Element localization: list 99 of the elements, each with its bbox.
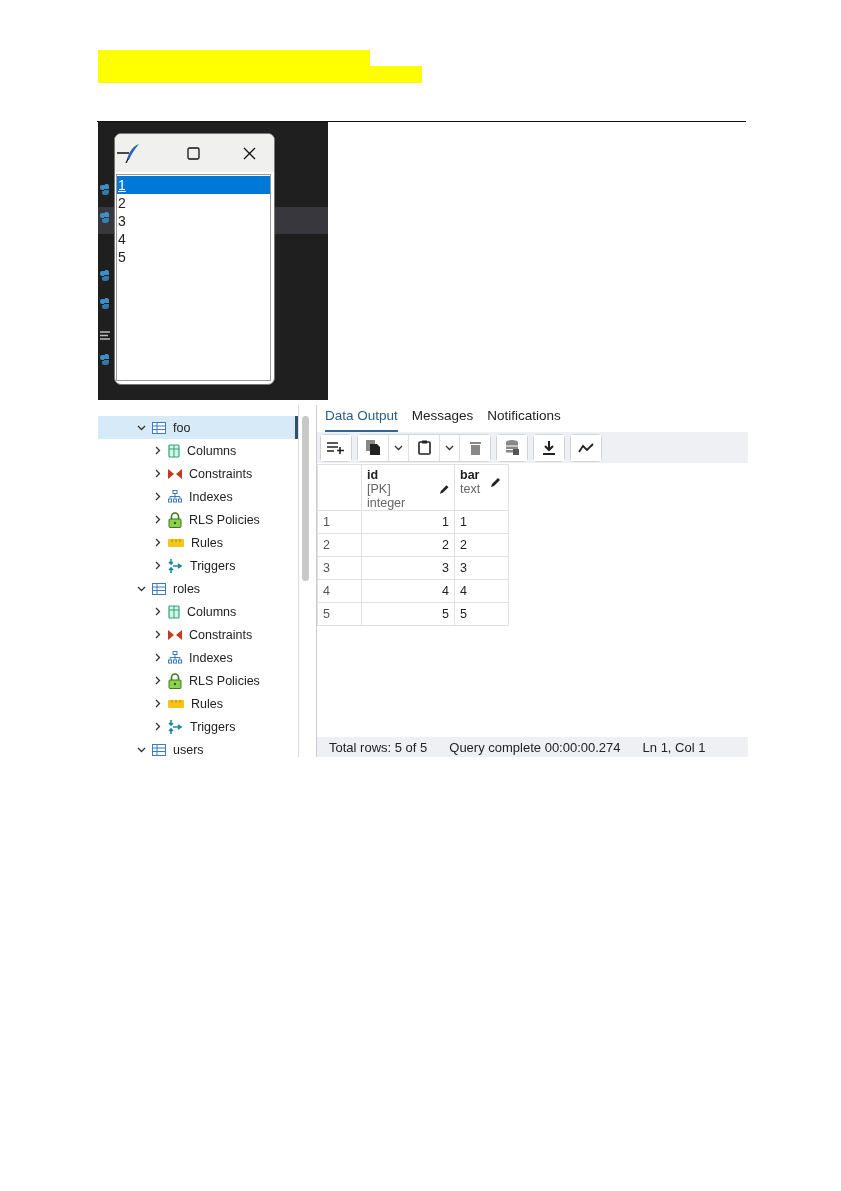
line-graph-icon: [578, 442, 594, 453]
columns-icon: [168, 443, 180, 458]
ruler-icon: [168, 537, 184, 548]
padlock-icon: [168, 511, 182, 528]
hierarchy-icon: [168, 651, 182, 664]
chevron-right-icon[interactable]: [153, 721, 162, 731]
list-item[interactable]: 5: [117, 248, 270, 266]
table-icon: [152, 582, 166, 595]
copy-icon: [366, 440, 380, 455]
column-type: text: [460, 482, 481, 496]
pencil-icon[interactable]: [490, 476, 502, 488]
arrows-icon: [168, 558, 183, 573]
table-cell: 2: [361, 533, 455, 557]
python-file-icon: [100, 298, 111, 309]
graph-button[interactable]: [571, 434, 601, 461]
list-item[interactable]: 1: [117, 176, 270, 194]
table-cell: 1: [361, 510, 455, 534]
chevron-right-icon[interactable]: [153, 491, 162, 501]
list-item[interactable]: 4: [117, 230, 270, 248]
python-file-icon: [100, 270, 111, 281]
tree-row[interactable]: foo: [98, 416, 298, 439]
columns-icon: [168, 604, 180, 619]
python-file-icon: [100, 184, 111, 195]
pencil-icon[interactable]: [438, 483, 449, 495]
table-cell: 5: [454, 602, 509, 626]
tab[interactable]: Messages: [411, 408, 474, 432]
chevron-right-icon[interactable]: [153, 606, 162, 616]
download-button[interactable]: [534, 434, 564, 461]
tree-label[interactable]: Constraints: [189, 627, 253, 642]
python-file-icon: [100, 354, 111, 365]
chevron-right-icon[interactable]: [153, 537, 162, 547]
close-icon[interactable]: [243, 146, 256, 160]
table-icon: [152, 421, 166, 434]
tree-row[interactable]: users: [98, 738, 298, 761]
padlock-icon: [168, 672, 182, 689]
tree-label[interactable]: RLS Policies: [189, 512, 260, 527]
status-text: Ln 1, Col 1: [642, 739, 706, 755]
chevron-right-icon[interactable]: [153, 560, 162, 570]
chevron-down-icon[interactable]: [394, 443, 403, 452]
tree-label[interactable]: Indexes: [189, 650, 233, 665]
column-name: bar: [460, 468, 481, 482]
text-file-icon: [100, 331, 110, 340]
table-cell: 4: [361, 579, 455, 603]
table-cell: 3: [454, 556, 509, 580]
tree-row[interactable]: roles: [98, 577, 298, 600]
status-text: Total rows: 5 of 5: [329, 739, 428, 755]
maximize-icon[interactable]: [186, 146, 200, 160]
scrollbar-thumb[interactable]: [302, 416, 309, 581]
tree-label[interactable]: Triggers: [190, 558, 236, 573]
column-type: [PK] integer: [367, 482, 407, 510]
tree-label[interactable]: RLS Policies: [189, 673, 260, 688]
chevron-right-icon[interactable]: [153, 652, 162, 662]
tree-label: foo: [173, 420, 191, 435]
status-text: Query complete 00:00:00.274: [449, 739, 621, 755]
tree-label[interactable]: Columns: [187, 443, 237, 458]
tree-label[interactable]: Indexes: [189, 489, 233, 504]
tree-label[interactable]: Rules: [191, 535, 223, 550]
table-cell: 4: [454, 579, 509, 603]
column-name: id: [367, 468, 380, 482]
row-number: 5: [317, 602, 362, 626]
copy-button[interactable]: [358, 434, 389, 461]
trash-icon: [469, 440, 481, 455]
tree-label: roles: [173, 581, 201, 596]
hierarchy-icon: [168, 490, 182, 503]
add-row-button[interactable]: [321, 434, 351, 461]
table-cell: 2: [454, 533, 509, 557]
bowtie-icon: [168, 629, 182, 640]
chevron-right-icon[interactable]: [153, 629, 162, 639]
tree-label: users: [173, 742, 204, 757]
save-data-button[interactable]: [497, 434, 527, 461]
list-item[interactable]: 2: [117, 194, 270, 212]
tree-label[interactable]: Triggers: [190, 719, 236, 734]
row-number: 3: [317, 556, 362, 580]
chevron-right-icon[interactable]: [153, 514, 162, 524]
chevron-right-icon[interactable]: [153, 675, 162, 685]
download-icon: [543, 440, 555, 455]
python-file-icon: [100, 212, 111, 223]
tree-label[interactable]: Rules: [191, 696, 223, 711]
table-cell: 5: [361, 602, 455, 626]
row-number: 1: [317, 510, 362, 534]
table-cell: 1: [454, 510, 509, 534]
database-icon: [505, 440, 519, 455]
add-row-icon: [327, 441, 345, 454]
arrows-icon: [168, 719, 183, 734]
tree-label[interactable]: Columns: [187, 604, 237, 619]
chevron-right-icon[interactable]: [153, 445, 162, 455]
chevron-right-icon[interactable]: [153, 698, 162, 708]
row-number: 4: [317, 579, 362, 603]
list-item[interactable]: 3: [117, 212, 270, 230]
tab[interactable]: Notifications: [487, 408, 561, 432]
chevron-down-icon[interactable]: [445, 443, 454, 452]
tree-label[interactable]: Constraints: [189, 466, 253, 481]
clipboard-icon: [417, 440, 431, 455]
row-number: 2: [317, 533, 362, 557]
bowtie-icon: [168, 468, 182, 479]
table-cell: 3: [361, 556, 455, 580]
chevron-right-icon[interactable]: [153, 468, 162, 478]
table-icon: [152, 743, 166, 756]
ruler-icon: [168, 698, 184, 709]
